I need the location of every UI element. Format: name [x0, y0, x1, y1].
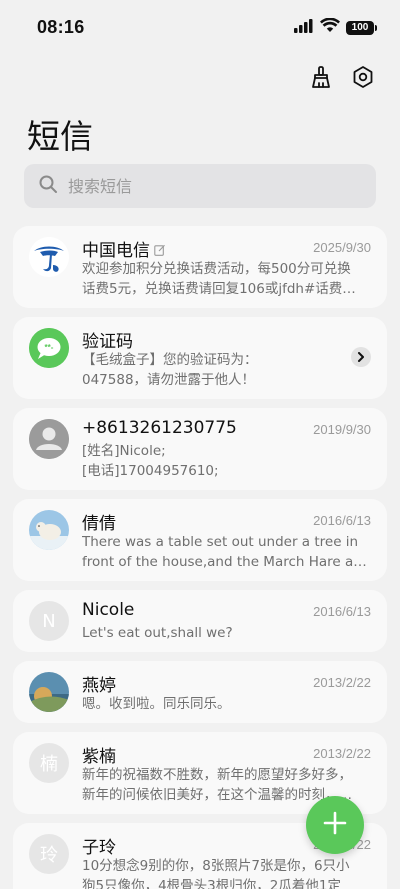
conversation-name: 子玲	[82, 838, 116, 858]
preview-line: 嗯。收到啦。同乐同乐。	[82, 696, 231, 712]
avatar-letter: N	[29, 601, 69, 641]
search-bar[interactable]	[24, 164, 376, 208]
conversation-item[interactable]: 中国电信 2025/9/30 欢迎参加积分兑换话费活动，每500分可兑换 话费5…	[13, 226, 387, 308]
message-preview: 嗯。收到啦。同乐同乐。	[82, 694, 372, 714]
broom-clean-icon[interactable]	[308, 64, 334, 90]
conversation-date: 2019/9/30	[313, 422, 371, 437]
landscape-photo	[29, 672, 69, 712]
new-message-button[interactable]	[306, 796, 364, 854]
plus-icon	[322, 810, 348, 840]
message-preview: 10分想念9别的你，8张照片7张是你，6只小 狗5只像你，4根骨头3根归你，2瓜…	[82, 856, 372, 889]
conversation-name: 验证码	[82, 332, 133, 352]
preview-line: 10分想念9别的你，8张照片7张是你，6只小	[82, 858, 350, 874]
china-telecom-logo-icon	[29, 237, 69, 277]
polar-bear-photo	[29, 510, 69, 550]
conversation-name: Nicole	[82, 600, 135, 620]
conversation-date: 2013/2/22	[313, 675, 371, 690]
battery-icon: 100	[346, 20, 377, 35]
search-icon	[38, 174, 58, 198]
conversation-name: 紫楠	[82, 747, 116, 767]
contact-name: 中国电信	[82, 241, 150, 261]
conversation-date: 2016/6/13	[313, 513, 371, 528]
conversation-list: 中国电信 2025/9/30 欢迎参加积分兑换话费活动，每500分可兑换 话费5…	[13, 226, 387, 889]
conversation-date: 2013/2/22	[313, 746, 371, 761]
conversation-name: 中国电信	[82, 236, 166, 261]
wifi-icon	[320, 17, 340, 37]
preview-line: [姓名]Nicole;	[82, 443, 166, 459]
conversation-item[interactable]: 倩倩 2016/6/13 There was a table set out u…	[13, 499, 387, 581]
page-title: 短信	[27, 117, 93, 156]
conversation-item[interactable]: N Nicole 2016/6/13 Let's eat out,shall w…	[13, 590, 387, 652]
preview-line: Let's eat out,shall we?	[82, 625, 233, 641]
top-actions	[308, 64, 376, 90]
avatar-letter: 楠	[29, 743, 69, 783]
message-preview: There was a table set out under a tree i…	[82, 532, 372, 572]
signal-icon	[294, 18, 314, 37]
preview-line: There was a table set out under a tree i…	[82, 534, 359, 550]
message-preview: [姓名]Nicole; [电话]17004957610;	[82, 441, 372, 481]
preview-line: 欢迎参加积分兑换话费活动，每500分可兑换	[82, 261, 351, 277]
status-icons: 100	[294, 17, 377, 37]
conversation-name: +8613261230775	[82, 418, 237, 438]
conversation-date: 2016/6/13	[313, 604, 371, 619]
conversation-item[interactable]: +8613261230775 2019/9/30 [姓名]Nicole; [电话…	[13, 408, 387, 490]
conversation-name: 倩倩	[82, 514, 116, 534]
conversation-name: 燕婷	[82, 676, 116, 696]
preview-line: 狗5只像你，4根骨头3根归你，2瓜着他1定	[82, 878, 341, 889]
avatar-letter: 玲	[29, 834, 69, 874]
preview-line: 047588，请勿泄露于他人！	[82, 372, 256, 388]
preview-line: 新年的祝福数不胜数，新年的愿望好多好多，	[82, 767, 352, 783]
chevron-right-icon[interactable]	[351, 347, 371, 367]
svg-text:**-: **-	[45, 343, 54, 352]
preview-line: 话费5元，兑换话费请回复106或jfdh#话费…	[82, 281, 356, 297]
search-input[interactable]	[68, 176, 348, 196]
preview-line: front of the house,and the March Hare an…	[82, 554, 372, 570]
message-bubble-icon: **-	[29, 328, 69, 368]
conversation-item[interactable]: 燕婷 2013/2/22 嗯。收到啦。同乐同乐。	[13, 661, 387, 723]
settings-gear-icon[interactable]	[350, 64, 376, 90]
conversation-item[interactable]: **- 验证码 【毛绒盒子】您的验证码为： 047588，请勿泄露于他人！	[13, 317, 387, 399]
message-preview: 【毛绒盒子】您的验证码为： 047588，请勿泄露于他人！	[82, 350, 352, 390]
status-bar: 08:16 100	[0, 0, 400, 56]
message-preview: 欢迎参加积分兑换话费活动，每500分可兑换 话费5元，兑换话费请回复106或jf…	[82, 259, 372, 299]
conversation-date: 2025/9/30	[313, 240, 371, 255]
message-preview: Let's eat out,shall we?	[82, 623, 372, 643]
preview-line: [电话]17004957610;	[82, 463, 219, 479]
person-icon	[29, 419, 69, 459]
edit-note-icon	[154, 241, 166, 261]
preview-line: 【毛绒盒子】您的验证码为：	[82, 352, 258, 368]
status-time: 08:16	[37, 17, 85, 37]
